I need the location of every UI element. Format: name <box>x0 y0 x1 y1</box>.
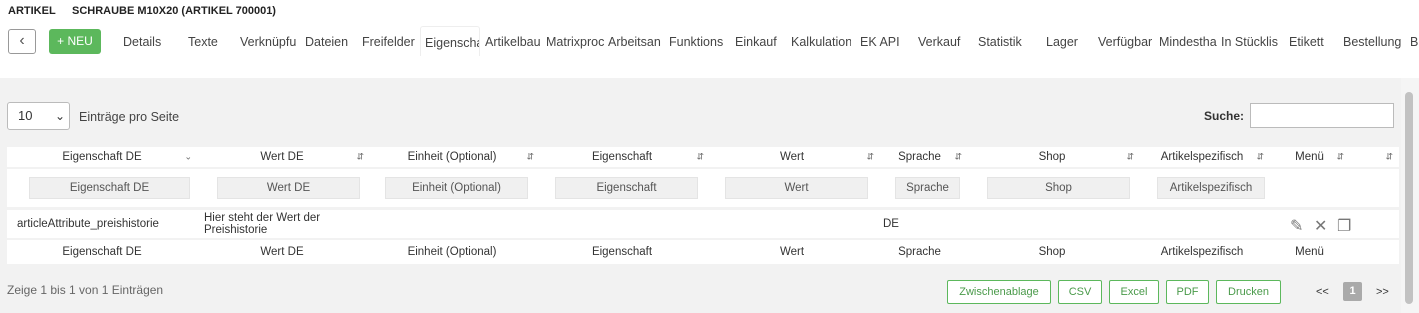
sort-icon: ⇵ <box>866 151 874 162</box>
page-title: SCHRAUBE M10X20 (ARTIKEL 700001) <box>72 5 276 17</box>
table-footer-row: Eigenschaft DE Wert DE Einheit (Optional… <box>7 240 1399 264</box>
col-extra[interactable]: ⇵ <box>1379 147 1399 167</box>
tab-verkauf[interactable]: Verkauf <box>918 30 966 54</box>
scrollbar[interactable] <box>1401 78 1419 313</box>
col-wert-de[interactable]: Wert DE ⇵ <box>197 147 367 167</box>
tab-texte[interactable]: Texte <box>188 30 222 54</box>
tab-in-stuecklisten[interactable]: In Stücklis <box>1221 30 1279 54</box>
tab-einkauf[interactable]: Einkauf <box>735 30 783 54</box>
col-shop[interactable]: Shop ⇵ <box>967 147 1137 167</box>
tab-bestellung[interactable]: Bestellung <box>1343 30 1403 54</box>
foot-wert: Wert <box>779 246 805 258</box>
col-eigenschaft-de[interactable]: Eigenschaft DE ⌄ <box>7 147 197 167</box>
filter-shop[interactable]: Shop <box>987 177 1130 199</box>
tab-lager[interactable]: Lager <box>1046 30 1082 54</box>
table-info: Zeige 1 bis 1 von 1 Einträgen <box>7 283 164 297</box>
export-excel-button[interactable]: Excel <box>1109 280 1159 304</box>
filter-eigenschaft-de[interactable]: Eigenschaft DE <box>29 177 190 199</box>
col-eigenschaft[interactable]: Eigenschaft ⇵ <box>537 147 707 167</box>
col-wert[interactable]: Wert ⇵ <box>707 147 877 167</box>
prev-page-button[interactable]: << <box>1316 286 1329 298</box>
tab-kalkulation[interactable]: Kalkulation <box>791 30 851 54</box>
filter-artikelspezifisch[interactable]: Artikelspezifisch <box>1157 177 1265 199</box>
foot-artikelspezifisch: Artikelspezifisch <box>1160 246 1244 258</box>
col-einheit[interactable]: Einheit (Optional) ⇵ <box>367 147 537 167</box>
tab-etikett[interactable]: Etikett <box>1289 30 1329 54</box>
foot-sprache: Sprache <box>898 246 941 258</box>
search-label: Suche: <box>1204 109 1245 123</box>
sort-icon: ⇵ <box>696 151 704 162</box>
filter-sprache[interactable]: Sprache <box>895 177 960 199</box>
section-label: ARTIKEL <box>8 5 56 17</box>
sort-icon: ⇵ <box>1256 151 1264 162</box>
page-header: ARTIKEL SCHRAUBE M10X20 (ARTIKEL 700001) <box>0 0 1419 22</box>
filter-einheit[interactable]: Einheit (Optional) <box>385 177 528 199</box>
tab-more[interactable]: B <box>1410 30 1419 54</box>
tab-statistik[interactable]: Statistik <box>978 30 1028 54</box>
tab-dateien[interactable]: Dateien <box>305 30 353 54</box>
tab-verfuegbarkeit[interactable]: Verfügbar <box>1098 30 1156 54</box>
tab-matrixprodukt[interactable]: Matrixproc <box>546 30 604 54</box>
foot-shop: Shop <box>1038 246 1066 258</box>
table-row[interactable]: articleAttribute_preishistorie Hier steh… <box>7 210 1399 238</box>
back-button[interactable]: ‹ <box>8 29 36 54</box>
copy-icon[interactable]: ❐ <box>1337 216 1351 236</box>
export-csv-button[interactable]: CSV <box>1058 280 1102 304</box>
sort-icon: ⇵ <box>1336 151 1344 162</box>
filter-wert-de[interactable]: Wert DE <box>217 177 360 199</box>
foot-menue: Menü <box>1295 246 1324 258</box>
sort-icon: ⇵ <box>954 151 962 162</box>
tab-freifelder[interactable]: Freifelder <box>362 30 418 54</box>
tab-funktionsprotokoll[interactable]: Funktions <box>669 30 726 54</box>
tab-verknuepfungen[interactable]: Verknüpfu <box>240 30 297 54</box>
table-panel: 10 ⌄ Einträge pro Seite Suche: Eigenscha… <box>0 78 1401 313</box>
search-input[interactable] <box>1250 103 1394 128</box>
print-button[interactable]: Drucken <box>1216 280 1281 304</box>
tab-mindesthaltbarkeit[interactable]: Mindestha <box>1159 30 1219 54</box>
filter-eigenschaft[interactable]: Eigenschaft <box>555 177 698 199</box>
tab-ek-api[interactable]: EK API <box>860 30 902 54</box>
page-length-select[interactable]: 10 ⌄ <box>7 102 70 130</box>
foot-eigenschaft-de: Eigenschaft DE <box>62 246 142 258</box>
pencil-icon[interactable]: ✎ <box>1290 216 1303 236</box>
cell-eigenschaft-de: articleAttribute_preishistorie <box>17 218 159 230</box>
tab-eigenschaften[interactable]: Eigenscha <box>420 26 480 56</box>
page-button-current[interactable]: 1 <box>1343 282 1362 301</box>
col-menue[interactable]: Menü ⇵ <box>1272 147 1347 167</box>
chevron-left-icon: ‹ <box>19 32 25 49</box>
tab-artikelbaum[interactable]: Artikelbau <box>485 30 543 54</box>
tab-details[interactable]: Details <box>123 30 165 54</box>
col-artikelspezifisch[interactable]: Artikelspezifisch ⇵ <box>1137 147 1267 167</box>
cell-wert-de-line2: Preishistorie <box>204 224 268 236</box>
col-sprache[interactable]: Sprache ⇵ <box>877 147 962 167</box>
sort-icon: ⇵ <box>1126 151 1134 162</box>
chevron-down-icon: ⌄ <box>54 109 65 123</box>
filter-wert[interactable]: Wert <box>725 177 868 199</box>
foot-einheit: Einheit (Optional) <box>407 246 497 258</box>
sort-icon: ⇵ <box>526 151 534 162</box>
table-header-row: Eigenschaft DE ⌄ Wert DE ⇵ Einheit (Option… <box>7 147 1399 167</box>
foot-wert-de: Wert DE <box>260 246 304 258</box>
sort-icon: ⇵ <box>356 151 364 162</box>
cell-wert-de: Hier steht der Wert der Preishistorie <box>204 210 364 238</box>
export-pdf-button[interactable]: PDF <box>1166 280 1209 304</box>
tab-arbeitsanweisung[interactable]: Arbeitsan <box>608 30 665 54</box>
sort-desc-icon: ⌄ <box>184 151 192 162</box>
export-clipboard-button[interactable]: Zwischenablage <box>947 280 1051 304</box>
page-length-value: 10 <box>18 108 33 123</box>
scrollbar-thumb[interactable] <box>1405 92 1413 304</box>
close-icon[interactable]: ✕ <box>1314 216 1327 236</box>
filter-row: Eigenschaft DE Wert DE Einheit (Optional… <box>7 169 1399 207</box>
new-button[interactable]: + NEU <box>49 29 101 54</box>
cell-wert-de-line1: Hier steht der Wert der <box>204 212 321 224</box>
sort-icon: ⇵ <box>1385 151 1393 162</box>
foot-eigenschaft: Eigenschaft <box>591 246 653 258</box>
page-length-label: Einträge pro Seite <box>79 110 180 124</box>
cell-sprache: DE <box>883 218 899 230</box>
next-page-button[interactable]: >> <box>1376 286 1389 298</box>
tab-bar: ‹ + NEU Details Texte Verknüpfu Dateien … <box>0 26 1419 58</box>
